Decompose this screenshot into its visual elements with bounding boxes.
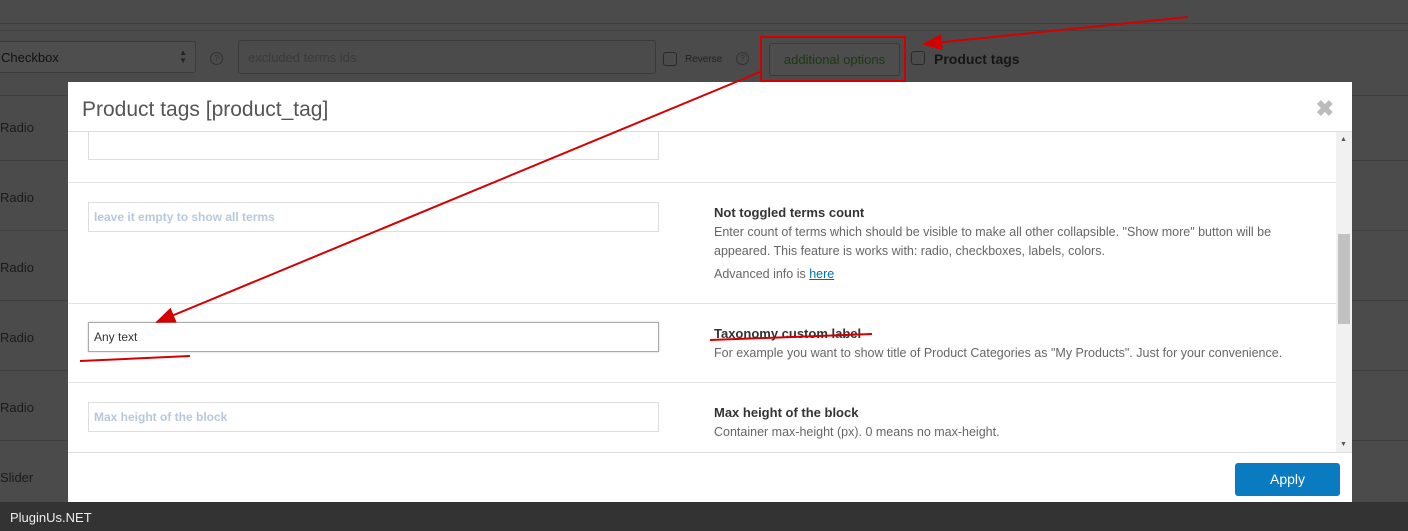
highlight-box — [760, 36, 906, 82]
underline-annotation — [709, 333, 873, 341]
arrow-annotation — [922, 16, 1189, 51]
arrow-annotation — [155, 71, 761, 323]
annotation-overlay — [79, 16, 1189, 362]
underline-annotation — [79, 355, 191, 362]
